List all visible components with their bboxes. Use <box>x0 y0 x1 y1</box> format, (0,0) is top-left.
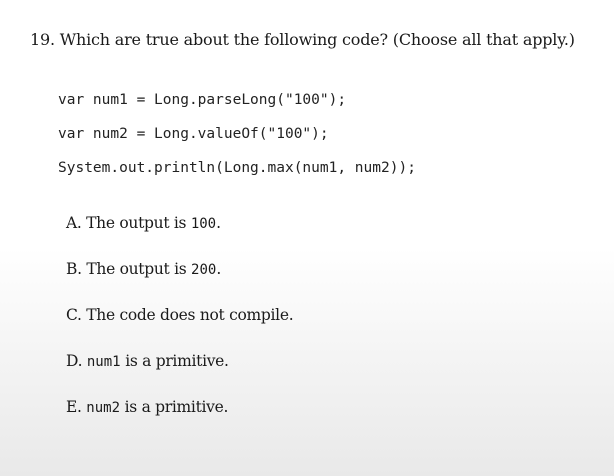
code-line: var num2 = Long.valueOf("100"); <box>58 126 329 142</box>
option-text: B. The output is <box>66 260 192 278</box>
question-text: 19. Which are true about the following c… <box>30 30 575 49</box>
code-line: var num1 = Long.parseLong("100"); <box>58 92 347 108</box>
option-b: B. The output is 200. <box>66 258 293 304</box>
answer-options: A. The output is 100. B. The output is 2… <box>66 212 294 442</box>
option-code: 100 <box>190 216 217 232</box>
option-text: A. The output is <box>66 214 191 232</box>
code-line: System.out.println(Long.max(num1, num2))… <box>58 160 416 176</box>
option-text: . <box>216 214 221 232</box>
option-code: num1 <box>86 354 121 370</box>
option-a: A. The output is 100. <box>66 212 293 258</box>
option-d: D. num1 is a primitive. <box>66 350 293 396</box>
option-c: C. The code does not compile. <box>66 304 294 350</box>
code-block: var num1 = Long.parseLong("100"); var nu… <box>58 89 416 191</box>
option-text: C. The code does not compile. <box>66 306 294 324</box>
option-e: E. num2 is a primitive. <box>66 396 293 442</box>
option-text: E. <box>66 398 87 416</box>
option-text: . <box>216 260 221 278</box>
option-text: is a primitive. <box>120 352 229 370</box>
option-text: is a primitive. <box>120 398 229 416</box>
option-code: 200 <box>191 262 217 278</box>
option-text: D. <box>66 352 87 370</box>
option-code: num2 <box>86 400 120 416</box>
